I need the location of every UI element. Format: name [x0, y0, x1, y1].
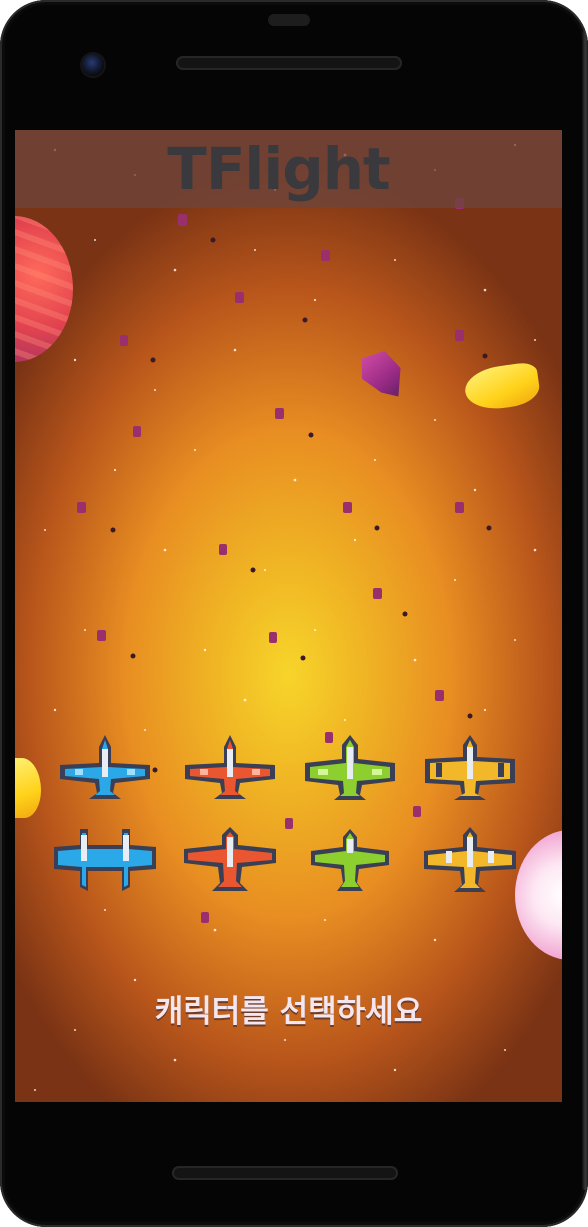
select-character-prompt: 캐릭터를 선택하세요 [154, 994, 423, 1030]
phone-frame: TFlight 캐릭터를 선택하세요 [0, 0, 588, 1227]
fighter-jet-icon [311, 829, 389, 891]
character-red-twin[interactable] [180, 825, 280, 895]
bottom-speaker-grille [172, 1166, 398, 1180]
front-camera-icon [82, 54, 104, 76]
character-yellow-jet[interactable] [420, 733, 520, 803]
fighter-jet-icon [60, 735, 150, 799]
character-grid [15, 130, 562, 1102]
fighter-jet-icon [424, 827, 516, 892]
fighter-jet-icon [305, 735, 395, 800]
character-green-jet[interactable] [300, 733, 400, 803]
fighter-jet-icon [425, 735, 515, 800]
fighter-jet-icon [54, 829, 156, 891]
phone-side-edge [582, 30, 588, 1190]
fighter-jet-icon [185, 735, 275, 799]
top-speaker-grille [176, 56, 402, 70]
game-screen: TFlight 캐릭터를 선택하세요 [15, 130, 562, 1102]
earpiece [268, 14, 310, 26]
character-red-jet[interactable] [180, 733, 280, 803]
fighter-jet-icon [184, 827, 276, 891]
character-blue-jet[interactable] [55, 733, 155, 803]
character-blue-twin[interactable] [50, 825, 160, 895]
character-yellow-twin[interactable] [420, 825, 520, 895]
character-green-small[interactable] [305, 825, 395, 895]
